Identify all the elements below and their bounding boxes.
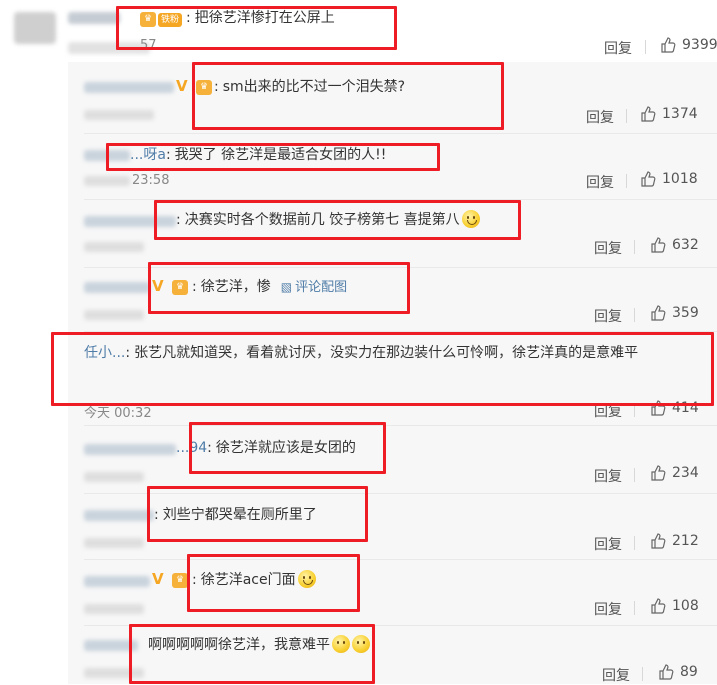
- user-name-blurred[interactable]: [84, 444, 176, 455]
- highlight-box: [51, 332, 714, 406]
- like-button[interactable]: 632: [650, 237, 699, 253]
- like-count: 212: [672, 533, 699, 549]
- meta-blurred: [84, 472, 144, 482]
- reply-button[interactable]: 回复: [602, 665, 630, 685]
- like-button[interactable]: 1374: [640, 106, 698, 122]
- highlight-box: [106, 143, 440, 171]
- reply-button[interactable]: 回复: [594, 599, 622, 619]
- thumbs-up-icon: [641, 106, 656, 122]
- reply-button[interactable]: 回复: [594, 238, 622, 258]
- like-count: 1374: [662, 106, 698, 122]
- divider: [626, 109, 627, 123]
- like-count: 632: [672, 237, 699, 253]
- divider: [634, 536, 635, 550]
- user-name-blurred[interactable]: [84, 282, 150, 293]
- highlight-box: [129, 624, 375, 684]
- crown-icon: ♛: [172, 573, 188, 588]
- reply-button[interactable]: 回复: [594, 466, 622, 486]
- reply-button[interactable]: 回复: [604, 38, 632, 58]
- thumbs-up-icon: [661, 37, 676, 53]
- divider: [626, 174, 627, 188]
- highlight-box: [192, 62, 504, 130]
- like-button[interactable]: 108: [650, 598, 699, 614]
- like-count: 9399: [682, 37, 717, 53]
- highlight-box: [116, 6, 397, 50]
- verified-icon: V: [152, 570, 164, 588]
- thumbs-up-icon: [651, 598, 666, 614]
- like-count: 234: [672, 465, 699, 481]
- reply-button[interactable]: 回复: [586, 172, 614, 192]
- divider: [634, 468, 635, 482]
- thumbs-up-icon: [659, 664, 674, 680]
- meta-blurred: [84, 538, 144, 548]
- meta-blurred: [84, 176, 130, 186]
- user-name-blurred[interactable]: [84, 82, 174, 93]
- meta-blurred: [84, 604, 144, 614]
- highlight-box: [148, 262, 410, 314]
- reply-button[interactable]: 回复: [586, 107, 614, 127]
- user-name-blurred[interactable]: [84, 576, 150, 587]
- highlight-box: [187, 554, 360, 612]
- like-count: 1018: [662, 171, 698, 187]
- like-count: 108: [672, 598, 699, 614]
- thumbs-up-icon: [651, 305, 666, 321]
- avatar[interactable]: [14, 12, 56, 44]
- like-count: 89: [680, 664, 698, 680]
- divider: [645, 40, 646, 54]
- like-button[interactable]: 1018: [640, 171, 698, 187]
- thumbs-up-icon: [651, 465, 666, 481]
- like-button[interactable]: 212: [650, 533, 699, 549]
- divider: [634, 240, 635, 254]
- comment-time: 23:58: [132, 173, 170, 188]
- highlight-box: [154, 200, 521, 240]
- like-count: 359: [672, 305, 699, 321]
- reply-button[interactable]: 回复: [594, 534, 622, 554]
- like-button[interactable]: 89: [658, 664, 698, 680]
- highlight-box: [147, 486, 368, 542]
- thumbs-up-icon: [651, 533, 666, 549]
- verified-icon: V: [176, 77, 188, 95]
- divider: [634, 308, 635, 322]
- like-button[interactable]: 359: [650, 305, 699, 321]
- meta-blurred: [84, 310, 144, 320]
- thumbs-up-icon: [651, 237, 666, 253]
- meta-blurred: [84, 242, 144, 252]
- meta-blurred: [84, 110, 154, 120]
- reply-button[interactable]: 回复: [594, 306, 622, 326]
- divider: [634, 601, 635, 615]
- user-name-blurred[interactable]: [68, 12, 120, 24]
- thumbs-up-icon: [641, 171, 656, 187]
- reply-item: ...94: 徐艺洋就应该是女团的 回复 234: [68, 426, 717, 494]
- like-button[interactable]: 234: [650, 465, 699, 481]
- reply-item: V ♛ : 徐艺洋ace门面 回复 108: [68, 560, 717, 626]
- like-button[interactable]: 9399: [660, 37, 717, 53]
- highlight-box: [189, 422, 386, 474]
- user-name-blurred[interactable]: [84, 510, 154, 521]
- divider: [642, 667, 643, 681]
